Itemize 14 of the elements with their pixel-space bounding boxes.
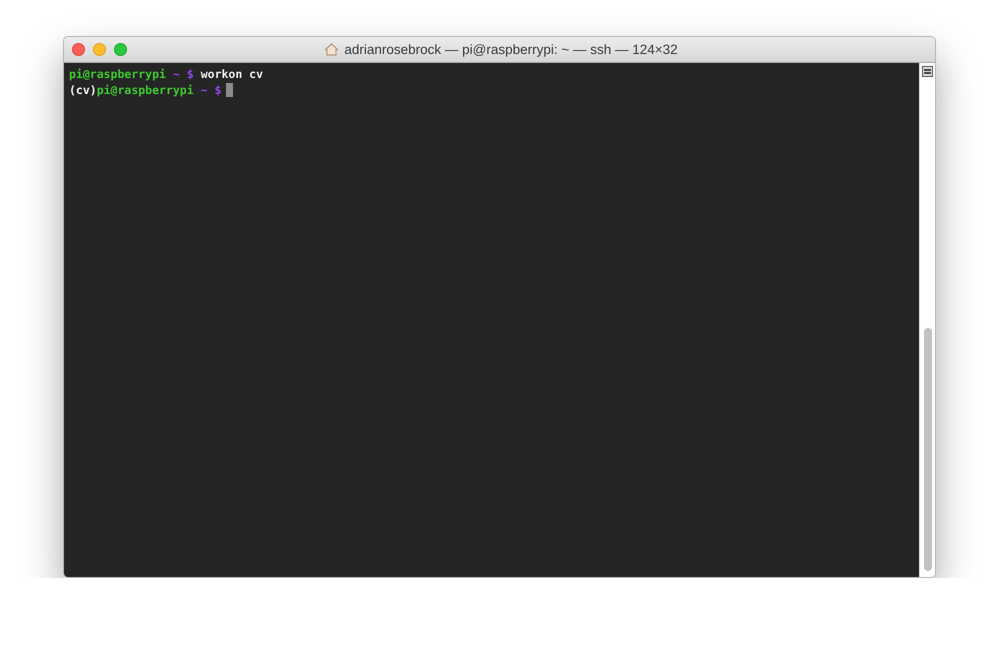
prompt-user: pi@raspberrypi <box>69 66 166 82</box>
window-title: adrianrosebrock — pi@raspberrypi: ~ — ssh — 124×32 <box>344 42 678 57</box>
command-text: workon cv <box>200 66 264 82</box>
zoom-button[interactable] <box>114 43 127 56</box>
scroll-bar[interactable] <box>919 63 935 577</box>
prompt-symbol: ~ $ <box>172 66 194 82</box>
close-button[interactable] <box>72 43 85 56</box>
minimize-button[interactable] <box>93 43 106 56</box>
prompt-symbol: ~ $ <box>200 82 222 98</box>
split-pane-icon[interactable] <box>922 66 933 77</box>
prompt-user: pi@raspberrypi <box>96 82 194 98</box>
house-icon <box>324 43 340 56</box>
env-label: (cv) <box>69 82 97 98</box>
scroll-thumb[interactable] <box>924 328 932 571</box>
